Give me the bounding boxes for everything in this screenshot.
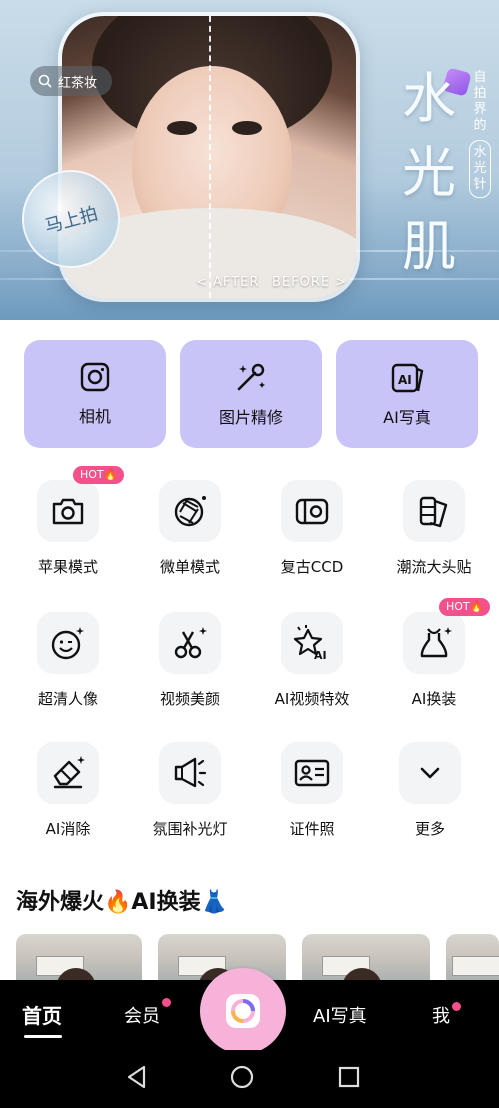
chevron-down-icon [420,767,440,779]
side-tag-top: 自拍界的 [473,70,487,133]
tool-photo-sticker[interactable]: 潮流大头贴 [374,480,494,577]
hero-banner[interactable]: < AFTER BEFORE > 红茶妆 马上拍 水光肌 自拍界的 水光针 [0,0,499,320]
recents-icon[interactable] [336,1064,362,1090]
after-label: < AFTER [196,275,260,290]
ai-effects-icon: AI [293,625,327,662]
ai-photo-icon: AI [391,363,424,393]
photo-retouch-card[interactable]: 图片精修 [180,340,322,448]
megaphone-light-icon [174,757,207,788]
eraser-icon [53,756,85,789]
tool-box [37,612,99,674]
tool-id-photo[interactable]: 证件照 [252,742,372,839]
tool-label: 超清人像 [37,690,98,708]
tool-box: HOT🔥 [403,598,491,674]
tool-ai-outfit[interactable]: HOT🔥 AI换装 [374,598,494,709]
magic-wand-icon [237,363,265,391]
tool-label: 视频美颜 [159,690,220,708]
shop-sign [452,956,499,976]
hot-badge: HOT🔥 [73,466,125,484]
tool-box [37,742,99,804]
tool-label: 苹果模式 [37,558,98,576]
tool-label: AI视频特效 [274,690,350,708]
notification-dot [452,1002,461,1011]
smile-sparkle-icon [51,627,84,660]
tool-label: AI消除 [45,820,91,838]
camera-icon [52,498,84,525]
nav-active-indicator [24,1035,62,1038]
notification-dot [162,998,171,1007]
tool-box [281,480,343,542]
tool-box [159,480,221,542]
camera-card-label: 相机 [78,407,111,426]
tool-mirrorless-mode[interactable]: 微单模式 [130,480,250,577]
nav-me[interactable]: 我 [432,1002,450,1028]
section-title: 海外爆火🔥AI换装👗 [16,890,228,915]
tool-box [399,742,461,804]
tool-video-beauty[interactable]: 视频美颜 [130,612,250,709]
tool-box: AI [281,612,343,674]
tool-apple-mode[interactable]: HOT🔥 苹果模式 [8,466,128,577]
tool-box [159,612,221,674]
dress-icon [420,627,452,658]
compare-divider[interactable] [209,16,211,298]
search-pill[interactable]: 红茶妆 [30,66,112,96]
eye-right [232,121,262,135]
banner-side-tag: 自拍界的 水光针 [469,70,491,198]
nav-vip[interactable]: 会员 [124,1002,160,1028]
id-card-icon [294,759,330,787]
before-after-photo[interactable]: < AFTER BEFORE > [58,12,360,302]
photo-retouch-label: 图片精修 [218,408,283,427]
hot-badge: HOT🔥 [439,598,491,616]
camera-shutter-icon [226,994,260,1028]
tool-more[interactable]: 更多 [370,742,490,839]
ccd-camera-icon [295,498,329,525]
tool-label: 氛围补光灯 [152,820,228,838]
nav-home[interactable]: 首页 [22,1000,62,1029]
shoot-now-label: 马上拍 [42,203,101,238]
tool-retro-ccd[interactable]: 复古CCD [252,480,372,577]
back-icon[interactable] [124,1064,150,1090]
aperture-icon [174,496,206,527]
eye-left [167,121,197,135]
tool-ai-video-effects[interactable]: AI AI视频特效 [252,612,372,709]
tool-label: AI换装 [411,690,457,708]
search-text: 红茶妆 [58,75,98,91]
tool-box [281,742,343,804]
system-nav-bar [0,1050,499,1108]
tool-label: 复古CCD [280,558,344,576]
tool-label: 潮流大头贴 [396,558,472,576]
tool-box: HOT🔥 [37,466,125,542]
tool-hd-portrait[interactable]: 超清人像 [8,612,128,709]
ai-portrait-label: AI写真 [383,408,431,427]
tool-label: 证件照 [289,820,335,838]
side-tag-pill: 水光针 [469,140,491,198]
center-camera-button[interactable] [200,968,286,1054]
svg-text:AI: AI [398,373,412,387]
banner-title: 水光肌 [402,67,456,278]
camera-card[interactable]: 相机 [24,340,166,448]
nav-ai-portrait[interactable]: AI写真 [313,1002,367,1028]
tool-box [159,742,221,804]
photo-strip-icon [419,496,448,528]
scissors-icon [174,627,207,659]
home-icon[interactable] [229,1064,255,1090]
tool-ai-eraser[interactable]: AI消除 [8,742,128,839]
before-label: BEFORE > [272,275,348,290]
tool-box [403,480,465,542]
camera-icon [80,362,110,392]
ai-portrait-card[interactable]: AI AI写真 [336,340,478,448]
tool-fill-light[interactable]: 氛围补光灯 [130,742,250,839]
svg-text:AI: AI [314,649,327,662]
tool-label: 微单模式 [159,558,220,576]
search-icon [38,74,52,88]
tool-label: 更多 [414,820,445,838]
